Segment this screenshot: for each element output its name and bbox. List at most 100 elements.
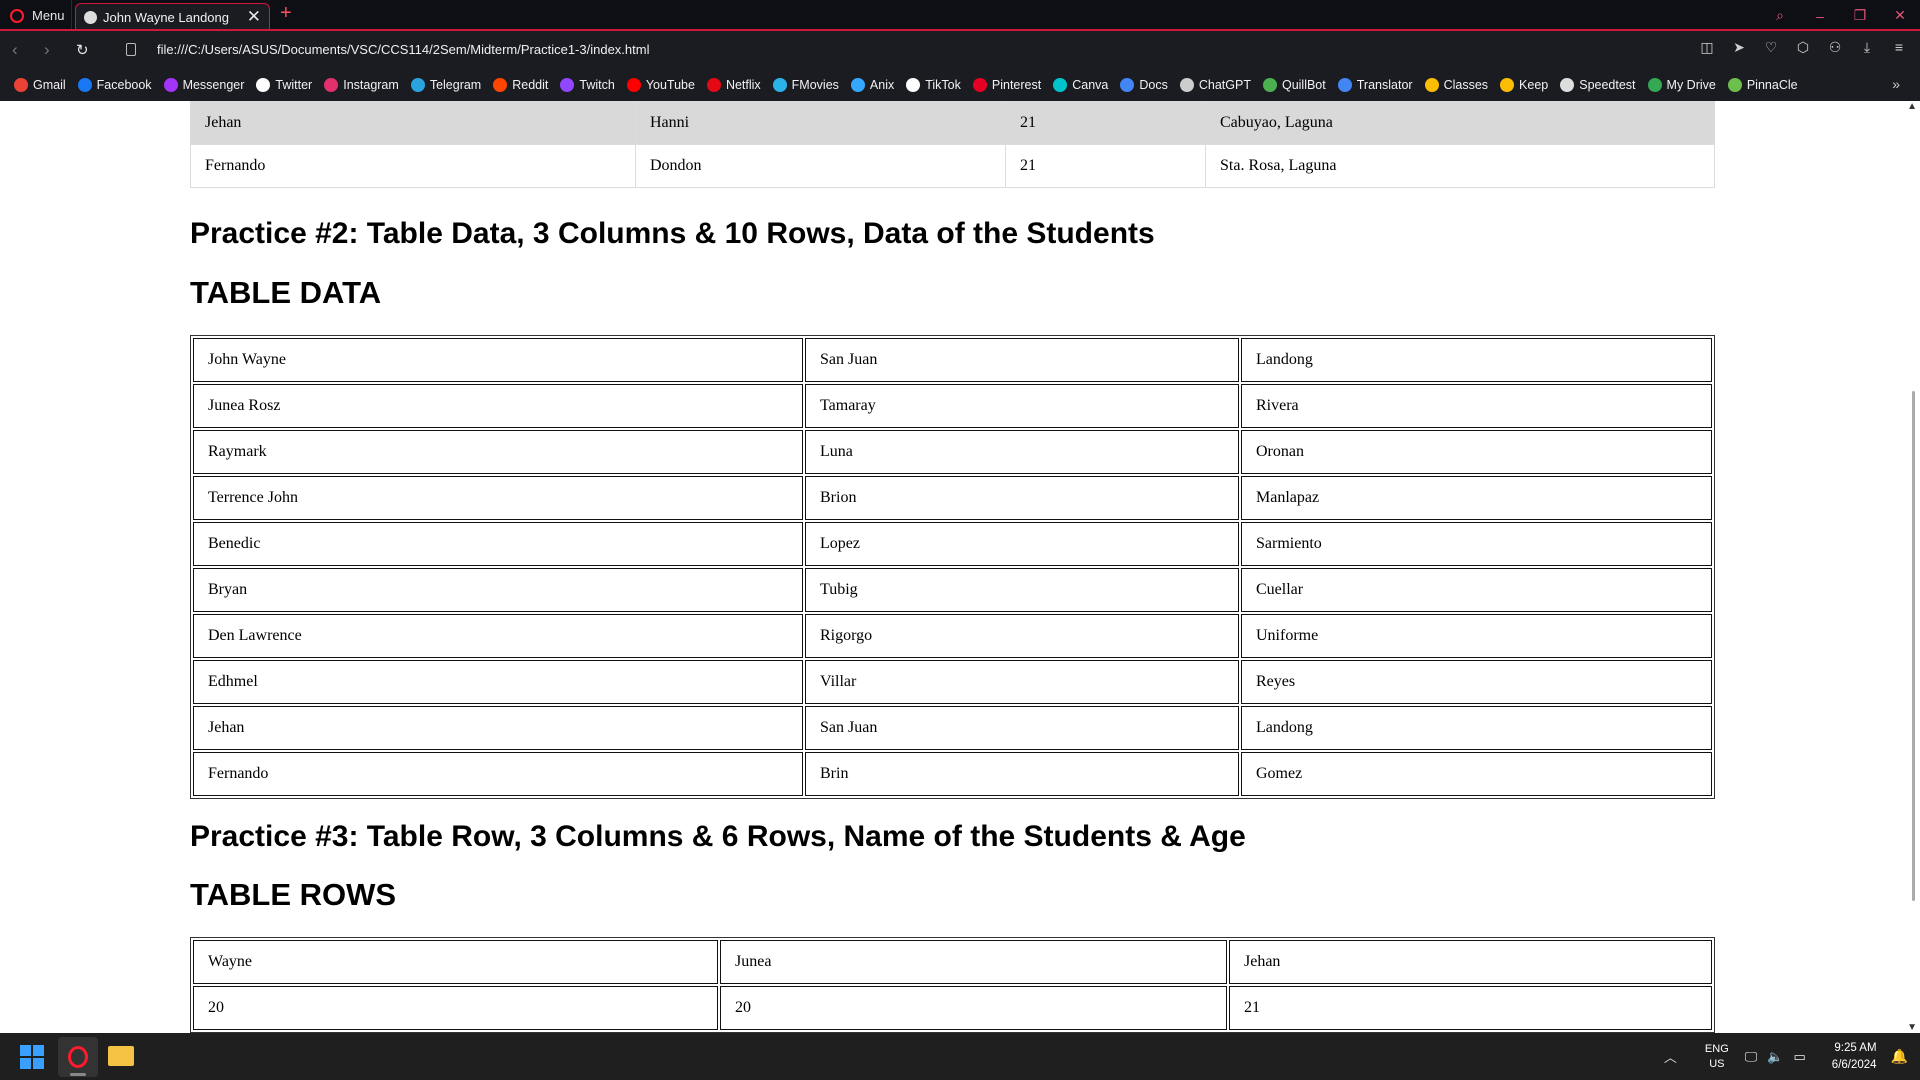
bookmark-favicon-icon <box>410 78 425 92</box>
table-data-title: TABLE DATA <box>190 275 382 310</box>
bookmark-item[interactable]: Gmail <box>14 78 66 92</box>
bookmark-favicon-icon <box>906 78 921 92</box>
practice-2-heading: Practice #2: Table Data, 3 Columns & 10 … <box>190 217 1155 250</box>
table-row: Raymark Luna Oronan <box>193 430 1712 474</box>
bookmark-favicon-icon <box>256 78 271 92</box>
scroll-up-icon[interactable]: ▲ <box>1907 101 1917 112</box>
bookmark-label: Facebook <box>96 78 152 92</box>
bookmark-favicon-icon <box>850 78 865 92</box>
table-cell: John Wayne <box>193 338 803 382</box>
bookmark-favicon-icon <box>1424 78 1439 92</box>
table-row: Junea Rosz Tamaray Rivera <box>193 384 1712 428</box>
profile-icon[interactable]: ⚇ <box>1826 39 1844 57</box>
extensions-icon[interactable]: ⬡ <box>1794 39 1812 57</box>
bookmark-label: FMovies <box>791 78 839 92</box>
bookmark-favicon-icon <box>1262 78 1277 92</box>
tab-active[interactable]: John Wayne Landong ✕ <box>75 3 270 31</box>
bookmark-item[interactable]: My Drive <box>1647 78 1716 92</box>
bookmark-label: Netflix <box>725 78 761 92</box>
table-cell: 21 <box>1005 101 1206 145</box>
table-row: Fernando Dondon 21 Sta. Rosa, Laguna <box>190 144 1715 188</box>
window-controls: ⌕ – ❐ ✕ <box>1760 0 1920 31</box>
table-cell: Junea Rosz <box>193 384 803 428</box>
bookmarks-overflow-icon[interactable]: » <box>1892 76 1900 92</box>
bookmark-item[interactable]: Instagram <box>324 78 399 92</box>
table-cell: Brin <box>805 752 1239 796</box>
clock[interactable]: 9:25 AM 6/6/2024 <box>1832 1040 1877 1074</box>
bookmark-item[interactable]: Anix <box>850 78 894 92</box>
notification-bell-icon[interactable]: 🔔 <box>1891 1048 1908 1065</box>
tab-title: John Wayne Landong <box>103 10 230 25</box>
table-row: 20 20 21 <box>193 986 1712 1030</box>
bookmark-item[interactable]: Keep <box>1500 78 1548 92</box>
table-cell: Fernando <box>193 752 803 796</box>
bookmark-item[interactable]: Messenger <box>163 78 244 92</box>
system-icons[interactable]: 🖵 🔈 ▭ <box>1745 1049 1806 1065</box>
language-indicator[interactable]: ENG US <box>1705 1042 1729 1072</box>
scroll-down-icon[interactable]: ▼ <box>1907 1022 1917 1033</box>
bookmark-item[interactable]: Translator <box>1337 78 1413 92</box>
chevron-up-icon[interactable]: ︿ <box>1664 1047 1677 1066</box>
table-cell: San Juan <box>805 338 1239 382</box>
table-cell: 21 <box>1005 144 1206 188</box>
bookmark-label: Telegram <box>429 78 482 92</box>
bookmark-item[interactable]: Reddit <box>493 78 548 92</box>
heart-icon[interactable]: ♡ <box>1762 39 1780 57</box>
forward-icon[interactable]: › <box>44 40 50 60</box>
bookmark-item[interactable]: ChatGPT <box>1179 78 1251 92</box>
opera-logo-icon <box>10 8 24 23</box>
table-cell: Oronan <box>1241 430 1712 474</box>
bookmark-item[interactable]: Classes <box>1424 78 1488 92</box>
search-tabs-icon[interactable]: ⌕ <box>1760 7 1800 24</box>
table-cell: Jehan <box>190 101 636 145</box>
scrollbar[interactable]: ▲ ▼ <box>1904 101 1920 1033</box>
bookmark-item[interactable]: TikTok <box>906 78 961 92</box>
menu-label: Menu <box>32 8 65 23</box>
bookmark-item[interactable]: Pinterest <box>972 78 1042 92</box>
table-cell: Lopez <box>805 522 1239 566</box>
bookmark-label: Pinterest <box>991 78 1042 92</box>
bookmark-item[interactable]: PinnaCle <box>1727 78 1798 92</box>
address-tools: ◫ ➤ ♡ ⬡ ⚇ ⤓ ≡ <box>1698 39 1908 57</box>
easy-setup-icon[interactable]: ≡ <box>1890 39 1908 57</box>
bookmark-item[interactable]: Twitch <box>560 78 615 92</box>
scroll-thumb[interactable] <box>1912 391 1915 901</box>
table-cell: Junea <box>720 940 1227 984</box>
minimize-button[interactable]: – <box>1800 8 1840 24</box>
bookmark-favicon-icon <box>1647 78 1662 92</box>
table-cell: Edhmel <box>193 660 803 704</box>
bookmark-favicon-icon <box>1179 78 1194 92</box>
bookmark-item[interactable]: Canva <box>1053 78 1108 92</box>
windows-start-icon[interactable] <box>20 1045 44 1069</box>
restore-button[interactable]: ❐ <box>1840 7 1880 24</box>
file-explorer-icon[interactable] <box>108 1046 134 1066</box>
table-cell: Reyes <box>1241 660 1712 704</box>
bookmark-item[interactable]: Twitter <box>256 78 312 92</box>
menu-button[interactable]: Menu <box>0 0 72 31</box>
table-cell: Cuellar <box>1241 568 1712 612</box>
reload-icon[interactable]: ↻ <box>76 41 89 59</box>
bookmark-favicon-icon <box>706 78 721 92</box>
taskbar-opera-button[interactable] <box>58 1037 98 1077</box>
back-icon[interactable]: ‹ <box>12 40 18 60</box>
url-input[interactable]: file:///C:/Users/ASUS/Documents/VSC/CCS1… <box>157 42 649 57</box>
bookmark-item[interactable]: FMovies <box>772 78 839 92</box>
close-window-button[interactable]: ✕ <box>1880 7 1920 24</box>
table-cell: Dondon <box>635 144 1006 188</box>
close-tab-icon[interactable]: ✕ <box>247 7 261 27</box>
send-icon[interactable]: ➤ <box>1730 39 1748 57</box>
snapshot-icon[interactable]: ◫ <box>1698 39 1716 57</box>
bookmark-item[interactable]: YouTube <box>626 78 695 92</box>
bookmark-item[interactable]: Docs <box>1120 78 1168 92</box>
bookmark-item[interactable]: Telegram <box>410 78 482 92</box>
bookmark-item[interactable]: QuillBot <box>1262 78 1326 92</box>
bookmark-item[interactable]: Facebook <box>77 78 152 92</box>
new-tab-button[interactable]: + <box>280 2 292 25</box>
table-cell: Manlapaz <box>1241 476 1712 520</box>
download-icon[interactable]: ⤓ <box>1858 39 1876 57</box>
bookmark-item[interactable]: Speedtest <box>1560 78 1636 92</box>
bookmark-item[interactable]: Netflix <box>706 78 761 92</box>
table-cell: Landong <box>1241 338 1712 382</box>
table-rows-title: TABLE ROWS <box>190 877 397 912</box>
table-cell: Uniforme <box>1241 614 1712 658</box>
